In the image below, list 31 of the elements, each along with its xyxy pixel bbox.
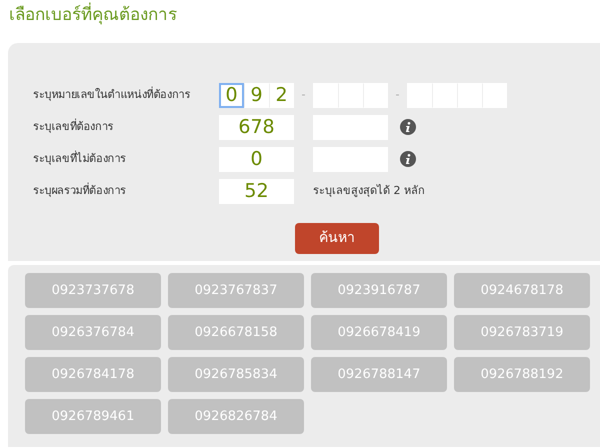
number-button[interactable]: 0926783719 bbox=[454, 315, 590, 350]
number-button[interactable]: 0926785834 bbox=[168, 357, 304, 392]
number-button[interactable]: 0926788147 bbox=[311, 357, 447, 392]
separator: - bbox=[300, 86, 306, 103]
field-label: ระบุหมายเลขในตำแหน่งที่ต้องการ bbox=[33, 86, 192, 103]
digit-field[interactable]: 0 bbox=[219, 82, 244, 108]
page-title: เลือกเบอร์ที่คุณต้องการ bbox=[0, 0, 600, 43]
sum-field[interactable]: 52 bbox=[219, 178, 294, 204]
field-label: ระบุผลรวมที่ต้องการ bbox=[33, 182, 128, 199]
hint-text: ระบุเลขสูงสุดได้ 2 หลัก bbox=[313, 182, 425, 199]
number-button[interactable]: 0923916787 bbox=[311, 273, 447, 308]
number-button[interactable]: 0926789461 bbox=[25, 399, 161, 434]
separator: - bbox=[394, 86, 400, 103]
number-button[interactable]: 0926788192 bbox=[454, 357, 590, 392]
info-icon[interactable] bbox=[400, 119, 416, 135]
info-icon[interactable] bbox=[400, 151, 416, 167]
field-label: ระบุเลขที่ต้องการ bbox=[33, 118, 114, 135]
digit-field[interactable]: 2 bbox=[269, 82, 294, 108]
number-button[interactable]: 0923767837 bbox=[168, 273, 304, 308]
search-button[interactable]: ค้นหา bbox=[295, 223, 379, 254]
number-button[interactable]: 0923737678 bbox=[25, 273, 161, 308]
number-field[interactable]: 0 bbox=[219, 146, 294, 172]
number-button[interactable]: 0926678158 bbox=[168, 315, 304, 350]
number-button[interactable]: 0926376784 bbox=[25, 315, 161, 350]
number-button[interactable]: 0926826784 bbox=[168, 399, 304, 434]
digit-field[interactable]: 9 bbox=[244, 82, 269, 108]
number-button[interactable]: 0926678419 bbox=[311, 315, 447, 350]
field-label: ระบุเลขที่ไม่ต้องการ bbox=[33, 150, 128, 167]
number-button[interactable]: 0924678178 bbox=[454, 273, 590, 308]
number-field[interactable]: 678 bbox=[219, 114, 294, 140]
number-button[interactable]: 0926784178 bbox=[25, 357, 161, 392]
